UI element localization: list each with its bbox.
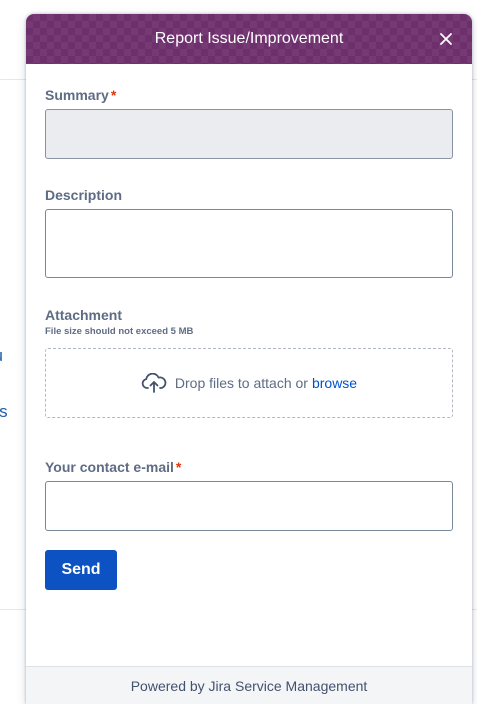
browse-link[interactable]: browse xyxy=(312,375,357,391)
attachment-dropzone[interactable]: Drop files to attach or browse xyxy=(45,348,453,418)
contact-email-label: Your contact e-mail * xyxy=(45,459,181,475)
attachment-hint: File size should not exceed 5 MB xyxy=(45,326,194,337)
powered-by-footer: Powered by Jira Service Management xyxy=(26,666,472,704)
required-mark: * xyxy=(110,87,117,103)
footer-text: Powered by Jira Service Management xyxy=(130,677,368,694)
attachment-label: Attachment xyxy=(45,307,123,323)
cloud-upload-icon xyxy=(141,373,167,393)
report-issue-dialog: Report Issue/Improvement Summary * Descri… xyxy=(26,14,472,704)
contact-email-label-text: Your contact e-mail xyxy=(45,459,174,475)
close-button[interactable] xyxy=(434,27,458,51)
close-icon xyxy=(440,33,452,45)
background-link-text: ou xyxy=(0,346,3,366)
description-label: Description xyxy=(45,187,123,203)
background-link[interactable]: ou xyxy=(0,346,26,366)
description-textarea[interactable] xyxy=(45,209,453,278)
background-link[interactable]: ers xyxy=(0,402,26,422)
background-link[interactable]: or xyxy=(0,459,26,479)
summary-input[interactable] xyxy=(45,109,453,159)
send-button[interactable]: Send xyxy=(45,550,117,590)
required-mark: * xyxy=(175,459,182,475)
summary-label-text: Summary xyxy=(45,87,109,103)
contact-email-input[interactable] xyxy=(45,481,453,531)
dialog-title: Report Issue/Improvement xyxy=(154,30,344,47)
dropzone-text: Drop files to attach or xyxy=(174,375,308,391)
dialog-header: Report Issue/Improvement xyxy=(26,14,472,64)
background-link-text: ers xyxy=(0,402,8,421)
summary-label: Summary * xyxy=(45,87,116,103)
